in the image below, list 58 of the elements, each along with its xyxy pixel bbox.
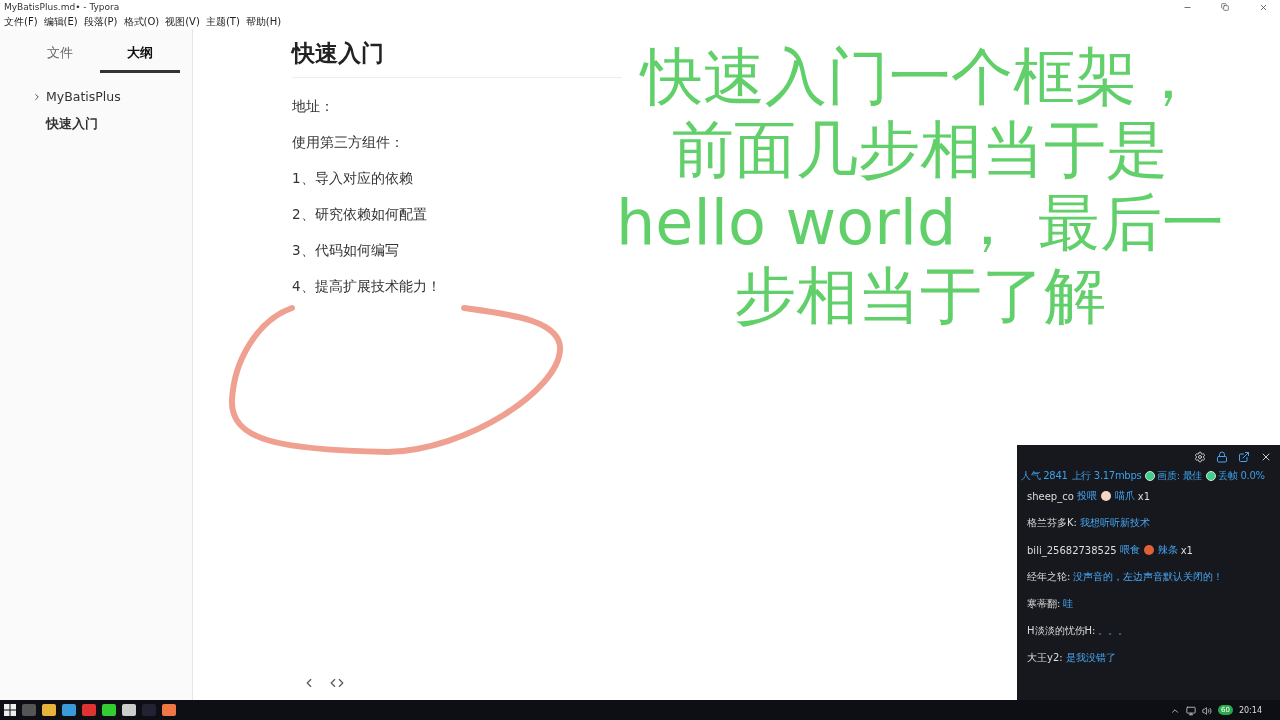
stat-text: 人气 2841 <box>1021 469 1068 483</box>
chat-text: 我想听听新技术 <box>1079 516 1150 530</box>
sidebar-tab[interactable]: 大纲 <box>100 44 180 73</box>
outline-item[interactable]: MyBatisPlus <box>46 89 121 104</box>
stat-text: 上行 3.17mbps <box>1071 469 1142 483</box>
gift-name: 辣条 <box>1157 543 1178 557</box>
app-icon[interactable] <box>102 704 116 716</box>
outline-item[interactable]: 快速入门 <box>46 116 98 133</box>
menu-item[interactable]: 文件(F) <box>4 15 38 29</box>
chat-user: 寒蒂翻: <box>1027 597 1061 611</box>
paragraph: 1、导入对应的依赖 <box>292 169 413 188</box>
menu-item[interactable]: 帮助(H) <box>245 15 282 29</box>
sidebar-tab[interactable]: 文件 <box>20 44 100 73</box>
caption-text: hello world， 最后一 <box>615 186 1225 259</box>
menu-item[interactable]: 段落(P) <box>83 15 118 29</box>
app-icon[interactable] <box>62 704 76 716</box>
heading: 快速入门 <box>292 38 622 78</box>
paragraph: 3、代码如何编写 <box>292 241 399 260</box>
paragraph: 2、研究依赖如何配置 <box>292 205 427 224</box>
chat-user: H淡淡的忧伤H: <box>1027 624 1096 638</box>
chat-user: 经年之轮: <box>1027 570 1071 584</box>
window-title: MyBatisPlus.md• - Typora <box>4 2 120 12</box>
chat-text: 。。。 <box>1098 624 1129 638</box>
caption-text: 步相当于了解 <box>733 259 1107 332</box>
chevron-icon[interactable] <box>32 91 42 102</box>
chat-user: bili_25682738525 <box>1027 544 1117 556</box>
app-icon[interactable] <box>122 704 136 716</box>
chat-user: sheep_co <box>1027 490 1074 502</box>
chat-user: 大王y2: <box>1027 651 1063 665</box>
chat-text: 是我没错了 <box>1065 651 1116 665</box>
stat-text: 丢帧 0.0% <box>1218 469 1265 483</box>
gift-count: x1 <box>1137 490 1151 502</box>
app-icon[interactable] <box>162 704 176 716</box>
paragraph: 4、提高扩展技术能力！ <box>292 277 441 296</box>
app-icon[interactable] <box>82 704 96 716</box>
chat-text: 没声音的，左边声音默认关闭的！ <box>1073 570 1224 584</box>
menu-item[interactable]: 主题(T) <box>205 15 240 29</box>
menu-item[interactable]: 编辑(E) <box>43 15 78 29</box>
popout-icon[interactable] <box>1238 451 1250 465</box>
chat-text: 哇 <box>1063 597 1074 611</box>
chat-action: 喂食 <box>1119 543 1140 557</box>
chat-user: 格兰芬多K: <box>1027 516 1077 530</box>
gift-name: 喵爪 <box>1114 489 1135 503</box>
lock-icon[interactable] <box>1216 451 1228 465</box>
stat-text: 画质: 最佳 <box>1157 469 1203 483</box>
status-dot <box>1206 471 1217 481</box>
menu-item[interactable]: 视图(V) <box>165 15 200 29</box>
caption-text: 快速入门一个框架， <box>638 40 1200 113</box>
menu-item[interactable]: 格式(O) <box>123 15 160 29</box>
caption-text: 前面几步相当于是 <box>671 113 1169 186</box>
windows-icon[interactable] <box>4 704 16 716</box>
paragraph: 使用第三方组件： <box>292 133 404 152</box>
chat-action: 投喂 <box>1076 489 1097 503</box>
status-dot <box>1145 471 1156 481</box>
paragraph: 地址： <box>292 97 334 116</box>
gift-count: x1 <box>1180 544 1193 556</box>
clock: 20:14 <box>1238 705 1262 715</box>
settings-icon[interactable] <box>1194 451 1206 465</box>
